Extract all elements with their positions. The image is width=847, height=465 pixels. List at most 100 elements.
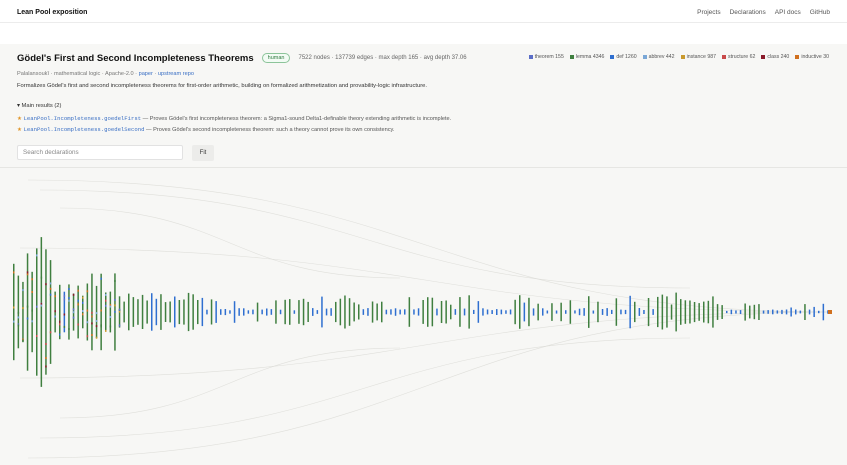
node-column <box>574 310 576 314</box>
node-column <box>486 309 489 315</box>
nav-api-docs[interactable]: API docs <box>775 9 801 16</box>
node-column-mark <box>114 298 116 301</box>
node-column <box>463 308 466 316</box>
node-column-mark <box>63 325 66 328</box>
node-column <box>26 253 29 371</box>
node-column <box>528 297 530 327</box>
node-column <box>376 303 378 321</box>
node-column-mark <box>36 335 38 337</box>
node-column <box>601 309 604 315</box>
legend-lemma[interactable]: lemma 4346 <box>569 54 604 60</box>
node-column <box>698 303 700 321</box>
node-column <box>795 309 797 315</box>
node-column <box>514 299 516 325</box>
node-column <box>279 309 282 315</box>
node-column <box>629 295 631 329</box>
node-column-mark <box>86 321 89 324</box>
result-description: — Proves Gödel's second incompleteness t… <box>144 127 395 133</box>
node-column <box>49 260 52 364</box>
node-column-mark <box>31 309 33 312</box>
node-column <box>509 309 512 315</box>
dependency-graph[interactable] <box>0 168 847 465</box>
dependency-graph-canvas[interactable] <box>0 168 847 465</box>
node-column <box>312 308 314 316</box>
node-column <box>592 310 595 314</box>
search-input[interactable] <box>17 145 183 160</box>
node-column-mark <box>31 320 33 323</box>
node-column <box>523 302 526 322</box>
human-badge: human <box>261 53 291 63</box>
node-column <box>818 310 820 314</box>
nav-declarations[interactable]: Declarations <box>730 9 766 16</box>
node-column <box>477 301 480 323</box>
paper-link[interactable]: paper <box>139 71 153 77</box>
node-column <box>215 301 217 323</box>
node-column <box>560 302 562 322</box>
legend-label: structure 62 <box>727 54 756 60</box>
legend-class[interactable]: class 240 <box>761 54 789 60</box>
node-column-mark <box>95 336 98 339</box>
node-column <box>321 296 323 328</box>
node-column-mark <box>59 333 61 336</box>
node-column-mark <box>91 315 93 318</box>
node-column <box>620 309 622 315</box>
legend-def[interactable]: def 1260 <box>610 54 637 60</box>
node-column <box>201 297 204 327</box>
node-column-mark <box>109 305 112 308</box>
declaration-link[interactable]: LeanPool.Incompleteness.goedelFirst <box>24 115 142 122</box>
node-column-mark <box>36 265 38 268</box>
nav-github[interactable]: GitHub <box>810 9 830 16</box>
node-column <box>739 310 742 314</box>
node-column <box>123 301 125 323</box>
legend-abbrev[interactable]: abbrev 442 <box>642 54 675 60</box>
fit-button[interactable]: Fit <box>192 145 214 161</box>
node-column <box>408 297 411 327</box>
legend-structure[interactable]: structure 62 <box>721 54 756 60</box>
node-column <box>459 297 461 327</box>
node-column <box>155 298 158 326</box>
node-column-mark <box>100 325 102 328</box>
node-column-mark <box>36 305 38 308</box>
node-column <box>381 301 383 323</box>
main-result-item: ★ LeanPool.Incompleteness.goedelSecond —… <box>17 126 394 133</box>
upstream-repo-link[interactable]: upstream repo <box>158 71 194 77</box>
node-column <box>546 310 549 314</box>
kind-legend: theorem 155 lemma 4346 def 1260 abbrev 4… <box>528 54 829 60</box>
legend-theorem[interactable]: theorem 155 <box>528 54 564 60</box>
node-column-mark <box>72 311 75 314</box>
node-column <box>491 310 493 314</box>
node-column <box>767 310 769 314</box>
node-column <box>344 295 346 329</box>
main-results-toggle[interactable]: ▾ Main results (2) <box>17 103 61 109</box>
node-column <box>399 309 401 315</box>
node-column-mark <box>118 308 121 311</box>
node-column <box>132 297 135 327</box>
node-column-mark <box>13 271 15 274</box>
legend-label: theorem 155 <box>534 54 564 60</box>
node-column <box>275 300 277 324</box>
node-column-mark <box>22 339 24 342</box>
node-column-mark <box>68 328 70 330</box>
node-column-mark <box>86 335 89 338</box>
node-column <box>31 271 33 353</box>
legend-swatch <box>680 55 685 59</box>
node-column <box>293 310 296 314</box>
declaration-link[interactable]: LeanPool.Incompleteness.goedelSecond <box>24 126 145 133</box>
node-column-mark <box>72 308 75 311</box>
node-column <box>247 310 250 314</box>
legend-inductive[interactable]: inductive 30 <box>795 54 829 60</box>
node-column <box>183 299 185 325</box>
node-column-mark <box>91 311 93 314</box>
node-column-mark <box>68 299 70 302</box>
nav-projects[interactable]: Projects <box>697 9 720 16</box>
legend-instance[interactable]: instance 987 <box>680 54 716 60</box>
node-column <box>684 300 687 324</box>
node-column-mark <box>82 296 84 299</box>
node-column <box>542 308 544 316</box>
node-column-mark <box>77 323 79 326</box>
node-column <box>611 309 613 314</box>
node-column <box>813 306 815 317</box>
node-column <box>450 304 452 320</box>
node-column <box>45 249 47 375</box>
brand-title[interactable]: Lean Pool exposition <box>17 9 87 16</box>
